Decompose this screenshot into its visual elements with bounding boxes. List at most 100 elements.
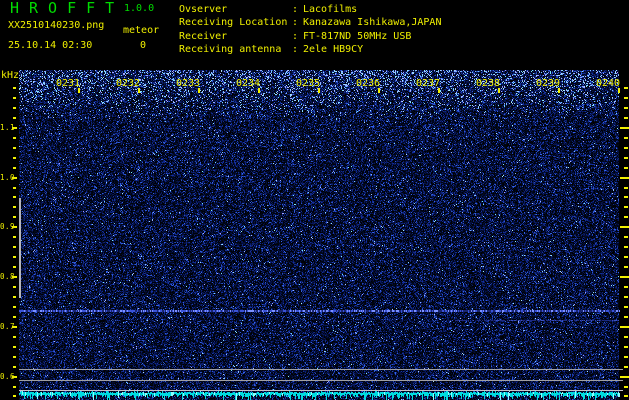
y-axis-tick-right [620, 276, 629, 278]
y-axis-tick-left [13, 117, 16, 119]
y-axis-tick-right [624, 366, 628, 368]
y-axis-tick-left [13, 386, 16, 388]
y-axis-label: 0.8 [0, 272, 16, 281]
station-info: Ovserver: Lacofilms Receiving Location: Ka… [179, 3, 441, 56]
y-axis-tick-left [13, 236, 16, 238]
x-axis-tick [78, 88, 80, 93]
y-axis-label: 0.9 [0, 222, 16, 231]
y-axis-tick-right [624, 167, 628, 169]
y-axis-label: 1.0 [0, 173, 16, 182]
y-axis-tick-right [624, 316, 628, 318]
y-axis-tick-right [624, 157, 628, 159]
y-axis-tick-right [624, 246, 628, 248]
x-axis-tick [198, 88, 200, 93]
y-axis-tick-left [13, 246, 16, 248]
y-axis-tick-left [13, 316, 16, 318]
mode-label: meteor [123, 25, 160, 36]
x-axis-tick [258, 88, 260, 93]
y-axis-tick-right [624, 346, 628, 348]
info-row-receiver: Receiver: FT-817ND 50MHz USB [179, 30, 441, 43]
x-axis-tick [138, 88, 140, 93]
y-axis-label: 1.1 [0, 123, 16, 132]
y-axis-tick-right [624, 296, 628, 298]
info-label: Receiving Location [179, 17, 288, 29]
y-axis-tick-right [624, 107, 628, 109]
y-axis-tick-right [624, 137, 628, 139]
y-axis-tick-right [624, 117, 628, 119]
y-axis-tick-left [13, 306, 16, 308]
y-axis-tick-right [624, 386, 628, 388]
y-axis-tick-right [624, 256, 628, 258]
info-row-location: Receiving Location: Kanazawa Ishikawa,JAP… [179, 16, 441, 29]
y-axis-tick-left [13, 346, 16, 348]
info-value: Kanazawa Ishikawa,JAPAN [303, 17, 442, 29]
info-value: Lacofilms [303, 4, 358, 15]
y-axis-tick-left [13, 395, 16, 397]
output-filename: XX2510140230.png [8, 20, 105, 31]
y-axis-tick-right [624, 286, 628, 288]
x-axis-tick [618, 88, 620, 93]
y-axis-tick-left [13, 87, 16, 89]
y-axis-tick-left [13, 147, 16, 149]
info-label: Receiving antenna [179, 43, 282, 55]
y-axis-tick-right [624, 196, 628, 198]
axes-layer: kHz 0231 0232 0233 0234 0235 0236 0237 0238 0239… [0, 0, 629, 400]
y-axis-tick-left [13, 187, 16, 189]
app-title: HROFFT [10, 0, 125, 17]
y-axis-unit-label: kHz [1, 70, 20, 81]
y-axis-tick-left [13, 107, 16, 109]
y-axis-tick-left [13, 97, 16, 99]
y-axis-tick-left [13, 366, 16, 368]
x-axis-tick [438, 88, 440, 93]
y-axis-label: 0.7 [0, 322, 16, 331]
echo-count: 0 [140, 40, 147, 51]
info-separator: : [292, 4, 299, 15]
y-axis-tick-right [624, 395, 628, 397]
y-axis-label: 0.6 [0, 372, 16, 381]
info-label: Receiver [179, 30, 228, 42]
info-row-antenna: Receiving antenna:2ele HB9CY [179, 43, 441, 56]
y-axis-tick-right [620, 376, 629, 378]
y-axis-tick-right [624, 187, 628, 189]
y-axis-tick-right [624, 147, 628, 149]
y-axis-tick-right [620, 127, 629, 129]
y-axis-tick-right [620, 226, 629, 228]
info-separator: : [292, 17, 299, 29]
y-axis-tick-right [624, 97, 628, 99]
hrofft-output-image: kHz 0231 0232 0233 0234 0235 0236 0237 0238 0239… [0, 0, 629, 400]
y-axis-tick-right [624, 236, 628, 238]
y-axis-tick-right [624, 266, 628, 268]
app-version: 1.0.0 [124, 3, 155, 14]
y-axis-tick-left [13, 216, 16, 218]
y-axis-tick-left [13, 206, 16, 208]
y-axis-tick-right [624, 216, 628, 218]
y-axis-tick-right [624, 206, 628, 208]
observation-datetime: 25.10.14 02:30 [8, 40, 93, 51]
info-value: 2ele HB9CY [303, 43, 364, 55]
y-axis-tick-left [13, 167, 16, 169]
y-axis-tick-right [624, 356, 628, 358]
y-axis-tick-right [620, 177, 629, 179]
y-axis-tick-left [13, 266, 16, 268]
y-axis-tick-left [13, 137, 16, 139]
y-axis-tick-left [13, 296, 16, 298]
y-axis-tick-left [13, 196, 16, 198]
x-axis-tick [378, 88, 380, 93]
info-value: FT-817ND 50MHz USB [303, 30, 412, 42]
y-axis-tick-right [624, 306, 628, 308]
y-axis-tick-right [624, 87, 628, 89]
x-axis-tick [558, 88, 560, 93]
y-axis-tick-right [624, 336, 628, 338]
y-axis-tick-left [13, 256, 16, 258]
y-axis-tick-right [620, 326, 629, 328]
x-axis-tick [318, 88, 320, 93]
y-axis-tick-left [13, 356, 16, 358]
info-separator: : [292, 30, 299, 42]
info-label: Ovserver [179, 4, 228, 15]
y-axis-tick-left [13, 157, 16, 159]
y-axis-tick-left [13, 286, 16, 288]
info-separator: : [292, 43, 299, 55]
y-axis-tick-left [13, 336, 16, 338]
x-axis-tick [498, 88, 500, 93]
info-row-observer: Ovserver: Lacofilms [179, 3, 441, 16]
